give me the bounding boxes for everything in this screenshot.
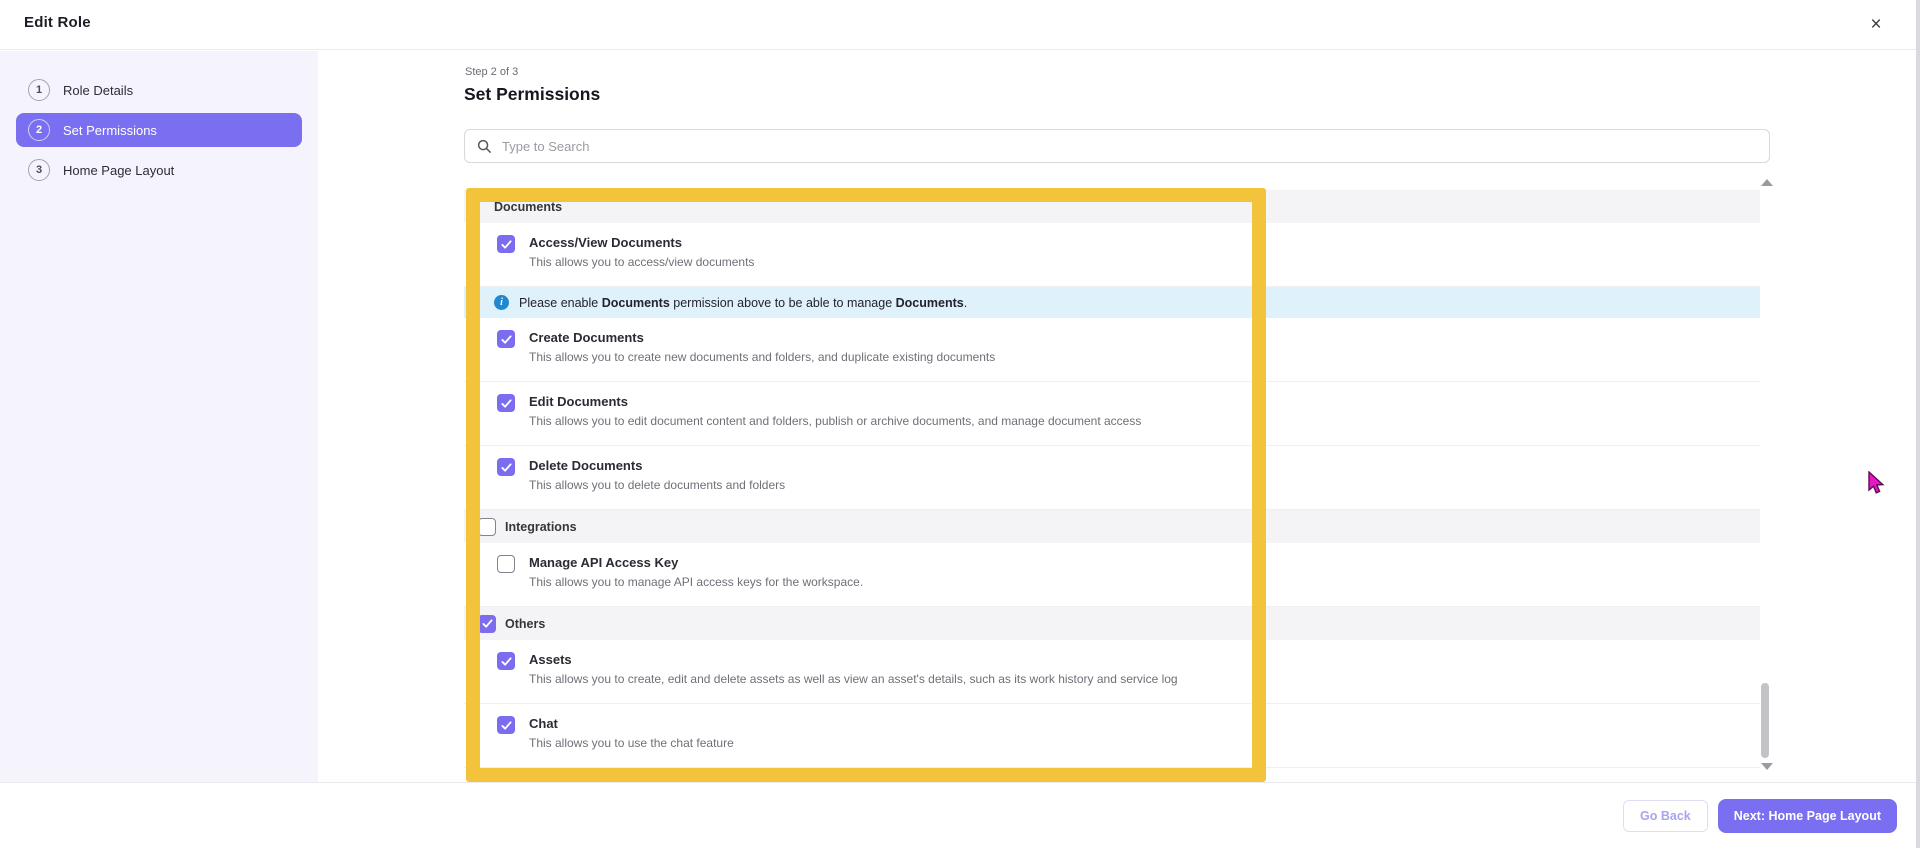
section-row-integrations: Integrations (464, 510, 1760, 543)
permission-row-access-view-documents: Access/View Documents This allows you to… (464, 223, 1760, 287)
permission-description: This allows you to create, edit and dele… (529, 672, 1178, 686)
section-row-documents[interactable]: Documents (464, 190, 1760, 223)
permission-row-chat: Chat This allows you to use the chat fea… (464, 704, 1760, 768)
permission-title: Delete Documents (529, 458, 643, 473)
permission-title: Access/View Documents (529, 235, 682, 250)
search-icon (477, 139, 492, 153)
checkbox-checked[interactable] (478, 614, 496, 633)
checkbox-checked[interactable] (497, 652, 515, 670)
checkbox-unchecked[interactable] (497, 555, 515, 573)
permission-title: Edit Documents (529, 394, 628, 409)
sidebar-item-role-details[interactable]: 1 Role Details (16, 73, 302, 107)
sidebar-item-label: Set Permissions (63, 122, 157, 138)
scrollbar-thumb[interactable] (1761, 683, 1769, 758)
permission-row-delete-documents: Delete Documents This allows you to dele… (464, 446, 1760, 510)
checkbox-checked[interactable] (497, 330, 515, 348)
permission-row-assets: Assets This allows you to create, edit a… (464, 640, 1760, 704)
page-title: Set Permissions (464, 84, 601, 104)
permissions-list: Documents Access/View Documents This all… (464, 190, 1760, 768)
permission-description: This allows you to delete documents and … (529, 478, 786, 492)
sidebar-item-home-page-layout[interactable]: 3 Home Page Layout (16, 153, 302, 187)
section-row-others: Others (464, 607, 1760, 640)
step-number-badge: 1 (28, 79, 50, 101)
section-title: Others (505, 616, 546, 631)
permission-title: Chat (529, 716, 558, 731)
step-number-badge: 3 (28, 159, 50, 181)
step-indicator: Step 2 of 3 (465, 66, 519, 78)
checkbox-unchecked[interactable] (478, 517, 496, 536)
search-input[interactable] (502, 138, 1757, 154)
permission-description: This allows you to create new documents … (529, 350, 996, 364)
info-banner-text: Please enable Documents permission above… (519, 295, 968, 310)
edit-role-modal: Edit Role × 1 Role Details 2 Set Permiss… (0, 0, 1916, 848)
go-back-button[interactable]: Go Back (1623, 799, 1708, 832)
scrollbar-up-arrow[interactable] (1761, 179, 1773, 186)
checkbox-checked[interactable] (497, 716, 515, 734)
next-home-page-layout-button[interactable]: Next: Home Page Layout (1717, 798, 1897, 833)
steps-sidebar: 1 Role Details 2 Set Permissions 3 Home … (0, 51, 318, 782)
sidebar-item-set-permissions[interactable]: 2 Set Permissions (16, 113, 302, 147)
permission-title: Create Documents (529, 330, 644, 345)
permission-description: This allows you to manage API access key… (529, 575, 864, 589)
section-title: Documents (494, 199, 563, 214)
permission-row-edit-documents: Edit Documents This allows you to edit d… (464, 382, 1760, 446)
permission-title: Assets (529, 652, 572, 667)
permission-description: This allows you to edit document content… (529, 414, 1142, 428)
close-icon[interactable]: × (1862, 11, 1890, 39)
modal-header: Edit Role × (0, 0, 1916, 50)
permission-row-create-documents: Create Documents This allows you to crea… (464, 318, 1760, 382)
scrollbar-down-arrow[interactable] (1761, 763, 1773, 770)
step-number-badge: 2 (28, 119, 50, 141)
section-title: Integrations (505, 519, 577, 534)
modal-footer: Go Back Next: Home Page Layout (0, 782, 1916, 848)
sidebar-item-label: Role Details (63, 82, 134, 98)
modal-title: Edit Role (24, 14, 91, 31)
info-icon: i (494, 295, 509, 310)
permission-description: This allows you to use the chat feature (529, 736, 734, 750)
permission-row-manage-api-access-key: Manage API Access Key This allows you to… (464, 543, 1760, 607)
checkbox-checked[interactable] (497, 458, 515, 476)
info-banner: i Please enable Documents permission abo… (464, 287, 1760, 318)
permissions-search[interactable] (464, 129, 1770, 163)
permission-description: This allows you to access/view documents (529, 255, 755, 269)
sidebar-item-label: Home Page Layout (63, 162, 175, 178)
permission-title: Manage API Access Key (529, 555, 679, 570)
checkbox-checked[interactable] (497, 235, 515, 253)
checkbox-checked[interactable] (497, 394, 515, 412)
